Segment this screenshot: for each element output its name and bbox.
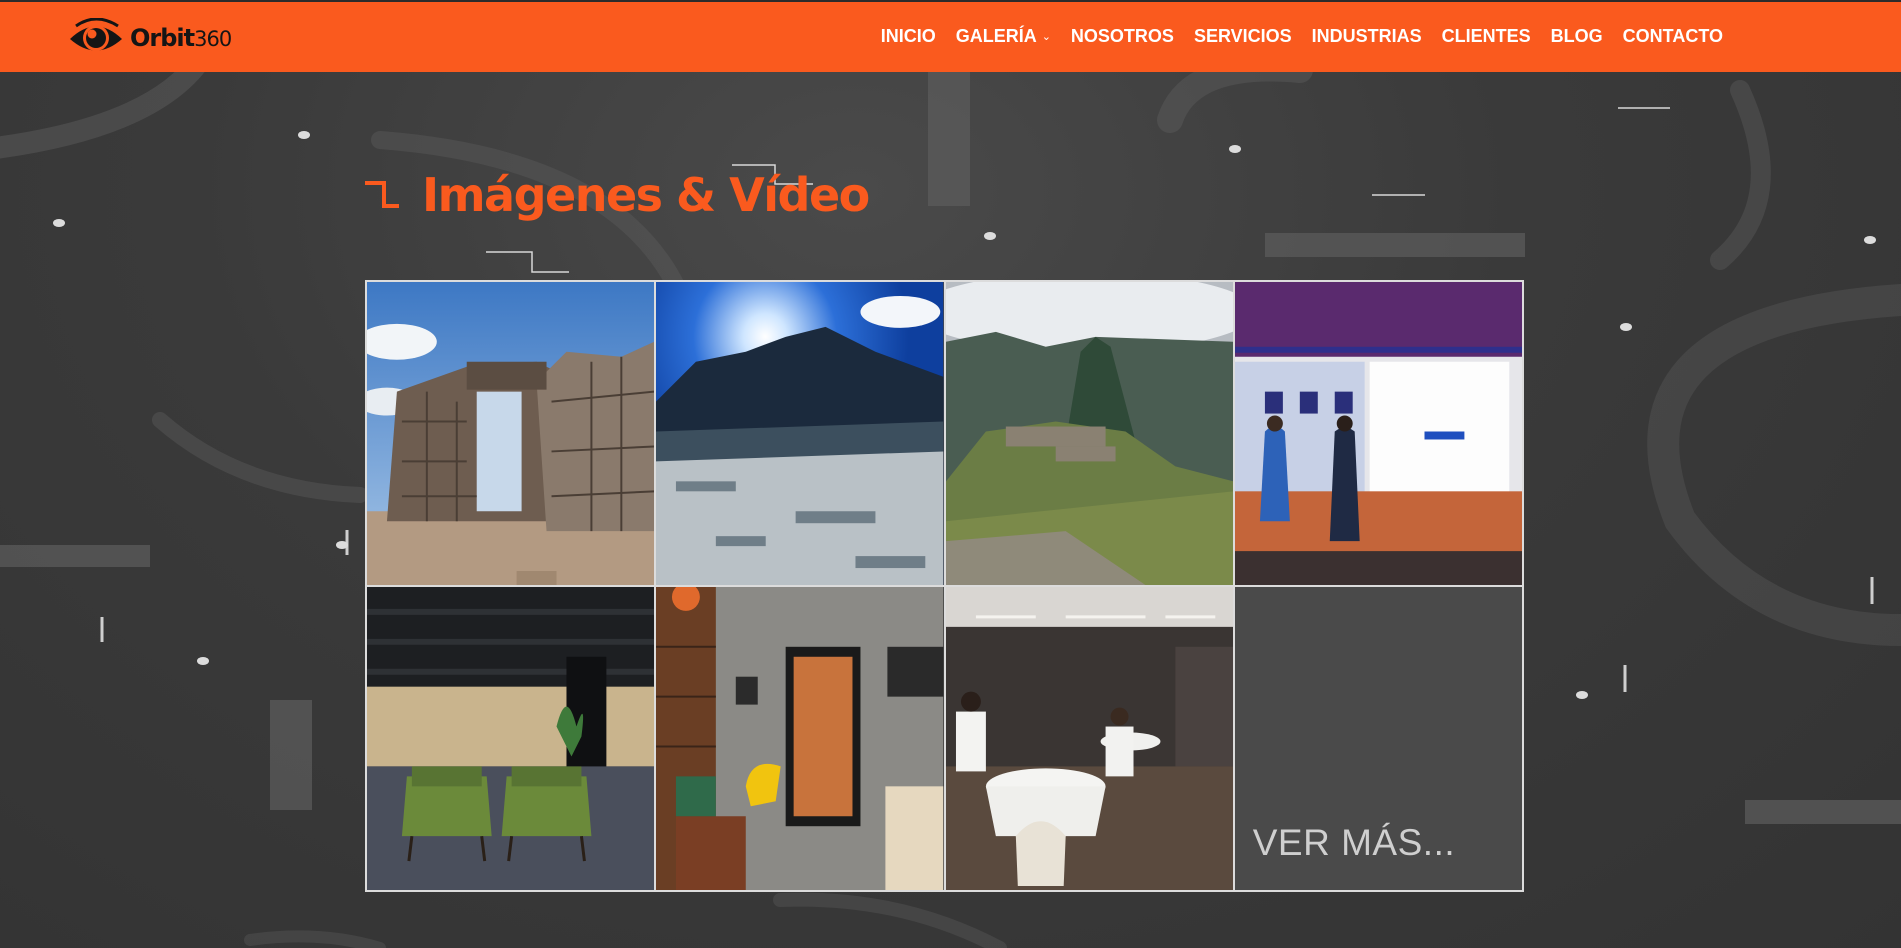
restaurant-image bbox=[945, 587, 1233, 890]
nav-item-clientes[interactable]: CLIENTES bbox=[1442, 26, 1531, 47]
see-more-label: VER MÁS... bbox=[1252, 822, 1456, 863]
nav-item-galeria[interactable]: GALERÍA ⌄ bbox=[956, 26, 1051, 47]
image-gallery: VER MÁS... bbox=[365, 280, 1524, 892]
brand-name: Orbit360 bbox=[130, 24, 232, 52]
gallery-tile-machu-picchu[interactable] bbox=[944, 281, 1234, 586]
machu-picchu-image bbox=[945, 282, 1233, 585]
nav-item-industrias[interactable]: INDUSTRIAS bbox=[1312, 26, 1422, 47]
gallery-tile-barbershop[interactable] bbox=[655, 586, 945, 891]
brand-logo[interactable]: Orbit360 bbox=[68, 16, 232, 60]
andes-sun-image bbox=[656, 282, 944, 585]
nav-item-blog[interactable]: BLOG bbox=[1551, 26, 1603, 47]
hotel-lobby-image bbox=[367, 587, 655, 890]
main-nav: INICIO GALERÍA ⌄ NOSOTROS SERVICIOS INDU… bbox=[881, 26, 1723, 47]
nav-item-servicios[interactable]: SERVICIOS bbox=[1194, 26, 1292, 47]
section-title: Imágenes & Vídeo bbox=[422, 168, 870, 222]
nav-item-inicio[interactable]: INICIO bbox=[881, 26, 936, 47]
nav-item-nosotros[interactable]: NOSOTROS bbox=[1071, 26, 1174, 47]
nav-item-contacto[interactable]: CONTACTO bbox=[1623, 26, 1723, 47]
gallery-tile-restaurant[interactable] bbox=[944, 586, 1234, 891]
trade-booth-image bbox=[1234, 282, 1522, 585]
gallery-tile-inca-doorway[interactable] bbox=[366, 281, 656, 586]
corner-bracket-icon bbox=[365, 181, 399, 208]
gallery-tile-trade-booth[interactable] bbox=[1233, 281, 1523, 586]
site-header: Orbit360 INICIO GALERÍA ⌄ NOSOTROS SERVI… bbox=[0, 0, 1901, 72]
eye-logo-icon bbox=[70, 18, 122, 51]
barbershop-image bbox=[656, 587, 944, 890]
see-more-tile[interactable]: VER MÁS... bbox=[1233, 586, 1523, 891]
nav-item-galeria-label: GALERÍA bbox=[955, 26, 1037, 46]
section-heading: Imágenes & Vídeo bbox=[364, 168, 870, 222]
inca-doorway-image bbox=[367, 282, 655, 585]
gallery-tile-hotel-lobby[interactable] bbox=[366, 586, 656, 891]
gallery-tile-andes-sun[interactable] bbox=[655, 281, 945, 586]
chevron-down-icon: ⌄ bbox=[1041, 31, 1051, 43]
